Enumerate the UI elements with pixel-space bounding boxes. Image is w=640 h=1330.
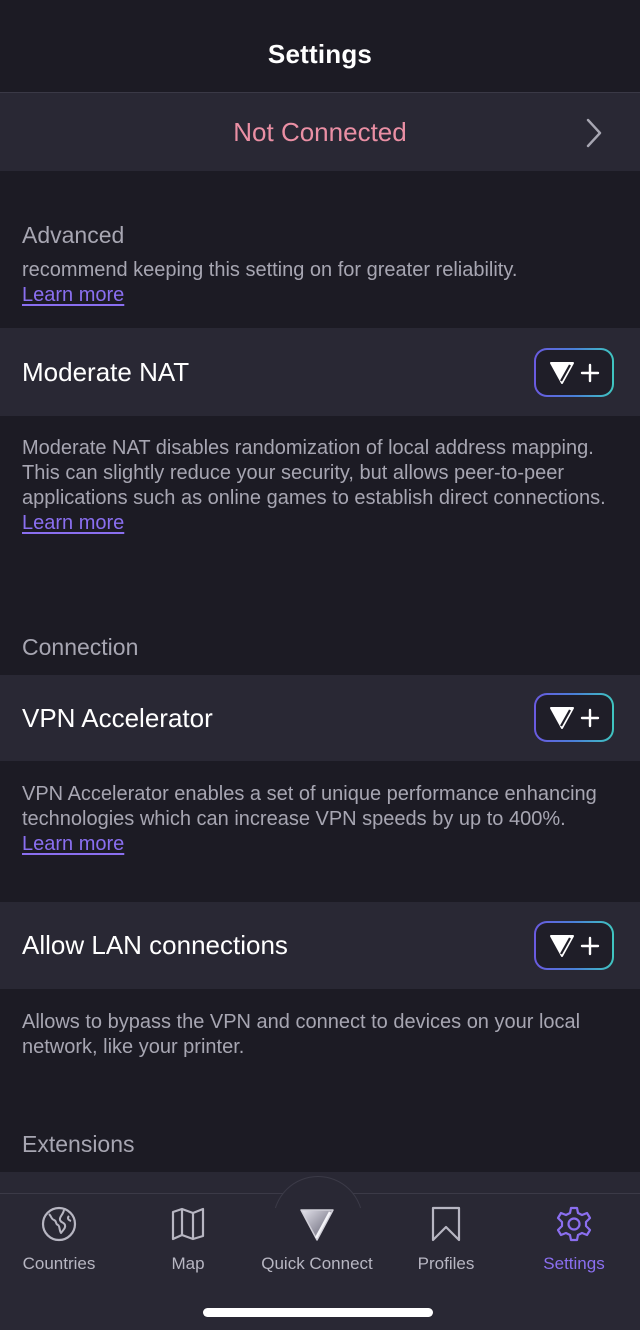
tab-label-countries: Countries (22, 1254, 96, 1273)
bookmark-icon (431, 1206, 461, 1242)
learn-more-link-vpn-accelerator[interactable]: Learn more (22, 832, 124, 857)
protonvpn-logo-icon (300, 1209, 334, 1241)
allow-lan-toggle[interactable] (534, 921, 614, 970)
map-icon (171, 1207, 205, 1241)
tab-quick-connect[interactable]: Quick Connect (253, 1204, 381, 1276)
moderate-nat-label: Moderate NAT (22, 356, 190, 387)
gear-icon (556, 1206, 592, 1242)
protonvpn-triangle-icon (550, 934, 574, 957)
allow-lan-row: Allow LAN connections (0, 902, 640, 989)
plus-icon (580, 363, 600, 382)
home-indicator (203, 1308, 433, 1317)
moderate-nat-description-text: Moderate NAT disables randomization of l… (22, 437, 606, 509)
learn-more-link-moderate-nat[interactable]: Learn more (22, 511, 124, 536)
moderate-nat-row: Moderate NAT (0, 328, 640, 416)
plus-icon (580, 936, 600, 955)
vpn-accelerator-label: VPN Accelerator (22, 702, 213, 733)
protonvpn-triangle-icon (550, 361, 574, 384)
tab-label-profiles: Profiles (417, 1254, 475, 1273)
section-header-advanced: Advanced (22, 222, 125, 248)
moderate-nat-description: Moderate NAT disables randomization of l… (22, 436, 622, 536)
globe-icon (41, 1206, 77, 1242)
vpn-accelerator-description: VPN Accelerator enables a set of unique … (22, 782, 622, 857)
moderate-nat-toggle[interactable] (534, 348, 614, 397)
navigation-header: Settings (0, 0, 640, 92)
connection-status-banner[interactable]: Not Connected (0, 92, 640, 171)
advanced-description-text: recommend keeping this setting on for gr… (22, 259, 518, 281)
section-header-connection: Connection (22, 634, 139, 660)
plus-icon (580, 708, 600, 727)
connection-status-text: Not Connected (233, 116, 407, 147)
protonvpn-triangle-icon (550, 706, 574, 729)
tab-map[interactable]: Map (124, 1204, 252, 1276)
tab-countries[interactable]: Countries (0, 1204, 123, 1276)
chevron-right-icon (586, 118, 602, 148)
allow-lan-description-text: Allows to bypass the VPN and connect to … (22, 1011, 581, 1058)
allow-lan-description: Allows to bypass the VPN and connect to … (22, 1010, 622, 1060)
page-title: Settings (267, 39, 373, 69)
advanced-description: recommend keeping this setting on for gr… (22, 258, 622, 308)
tab-profiles[interactable]: Profiles (382, 1204, 510, 1276)
section-header-extensions: Extensions (22, 1131, 135, 1157)
tab-settings[interactable]: Settings (510, 1204, 638, 1276)
tab-label-map: Map (171, 1254, 205, 1273)
vpn-accelerator-description-text: VPN Accelerator enables a set of unique … (22, 783, 597, 830)
tab-label-settings: Settings (543, 1254, 605, 1273)
tab-label-quick-connect: Quick Connect (261, 1254, 373, 1273)
settings-screen: Settings Not Connected Advanced recommen… (0, 0, 640, 1330)
vpn-accelerator-toggle[interactable] (534, 693, 614, 742)
vpn-accelerator-row: VPN Accelerator (0, 675, 640, 761)
learn-more-link-advanced[interactable]: Learn more (22, 283, 124, 308)
allow-lan-label: Allow LAN connections (22, 930, 288, 960)
